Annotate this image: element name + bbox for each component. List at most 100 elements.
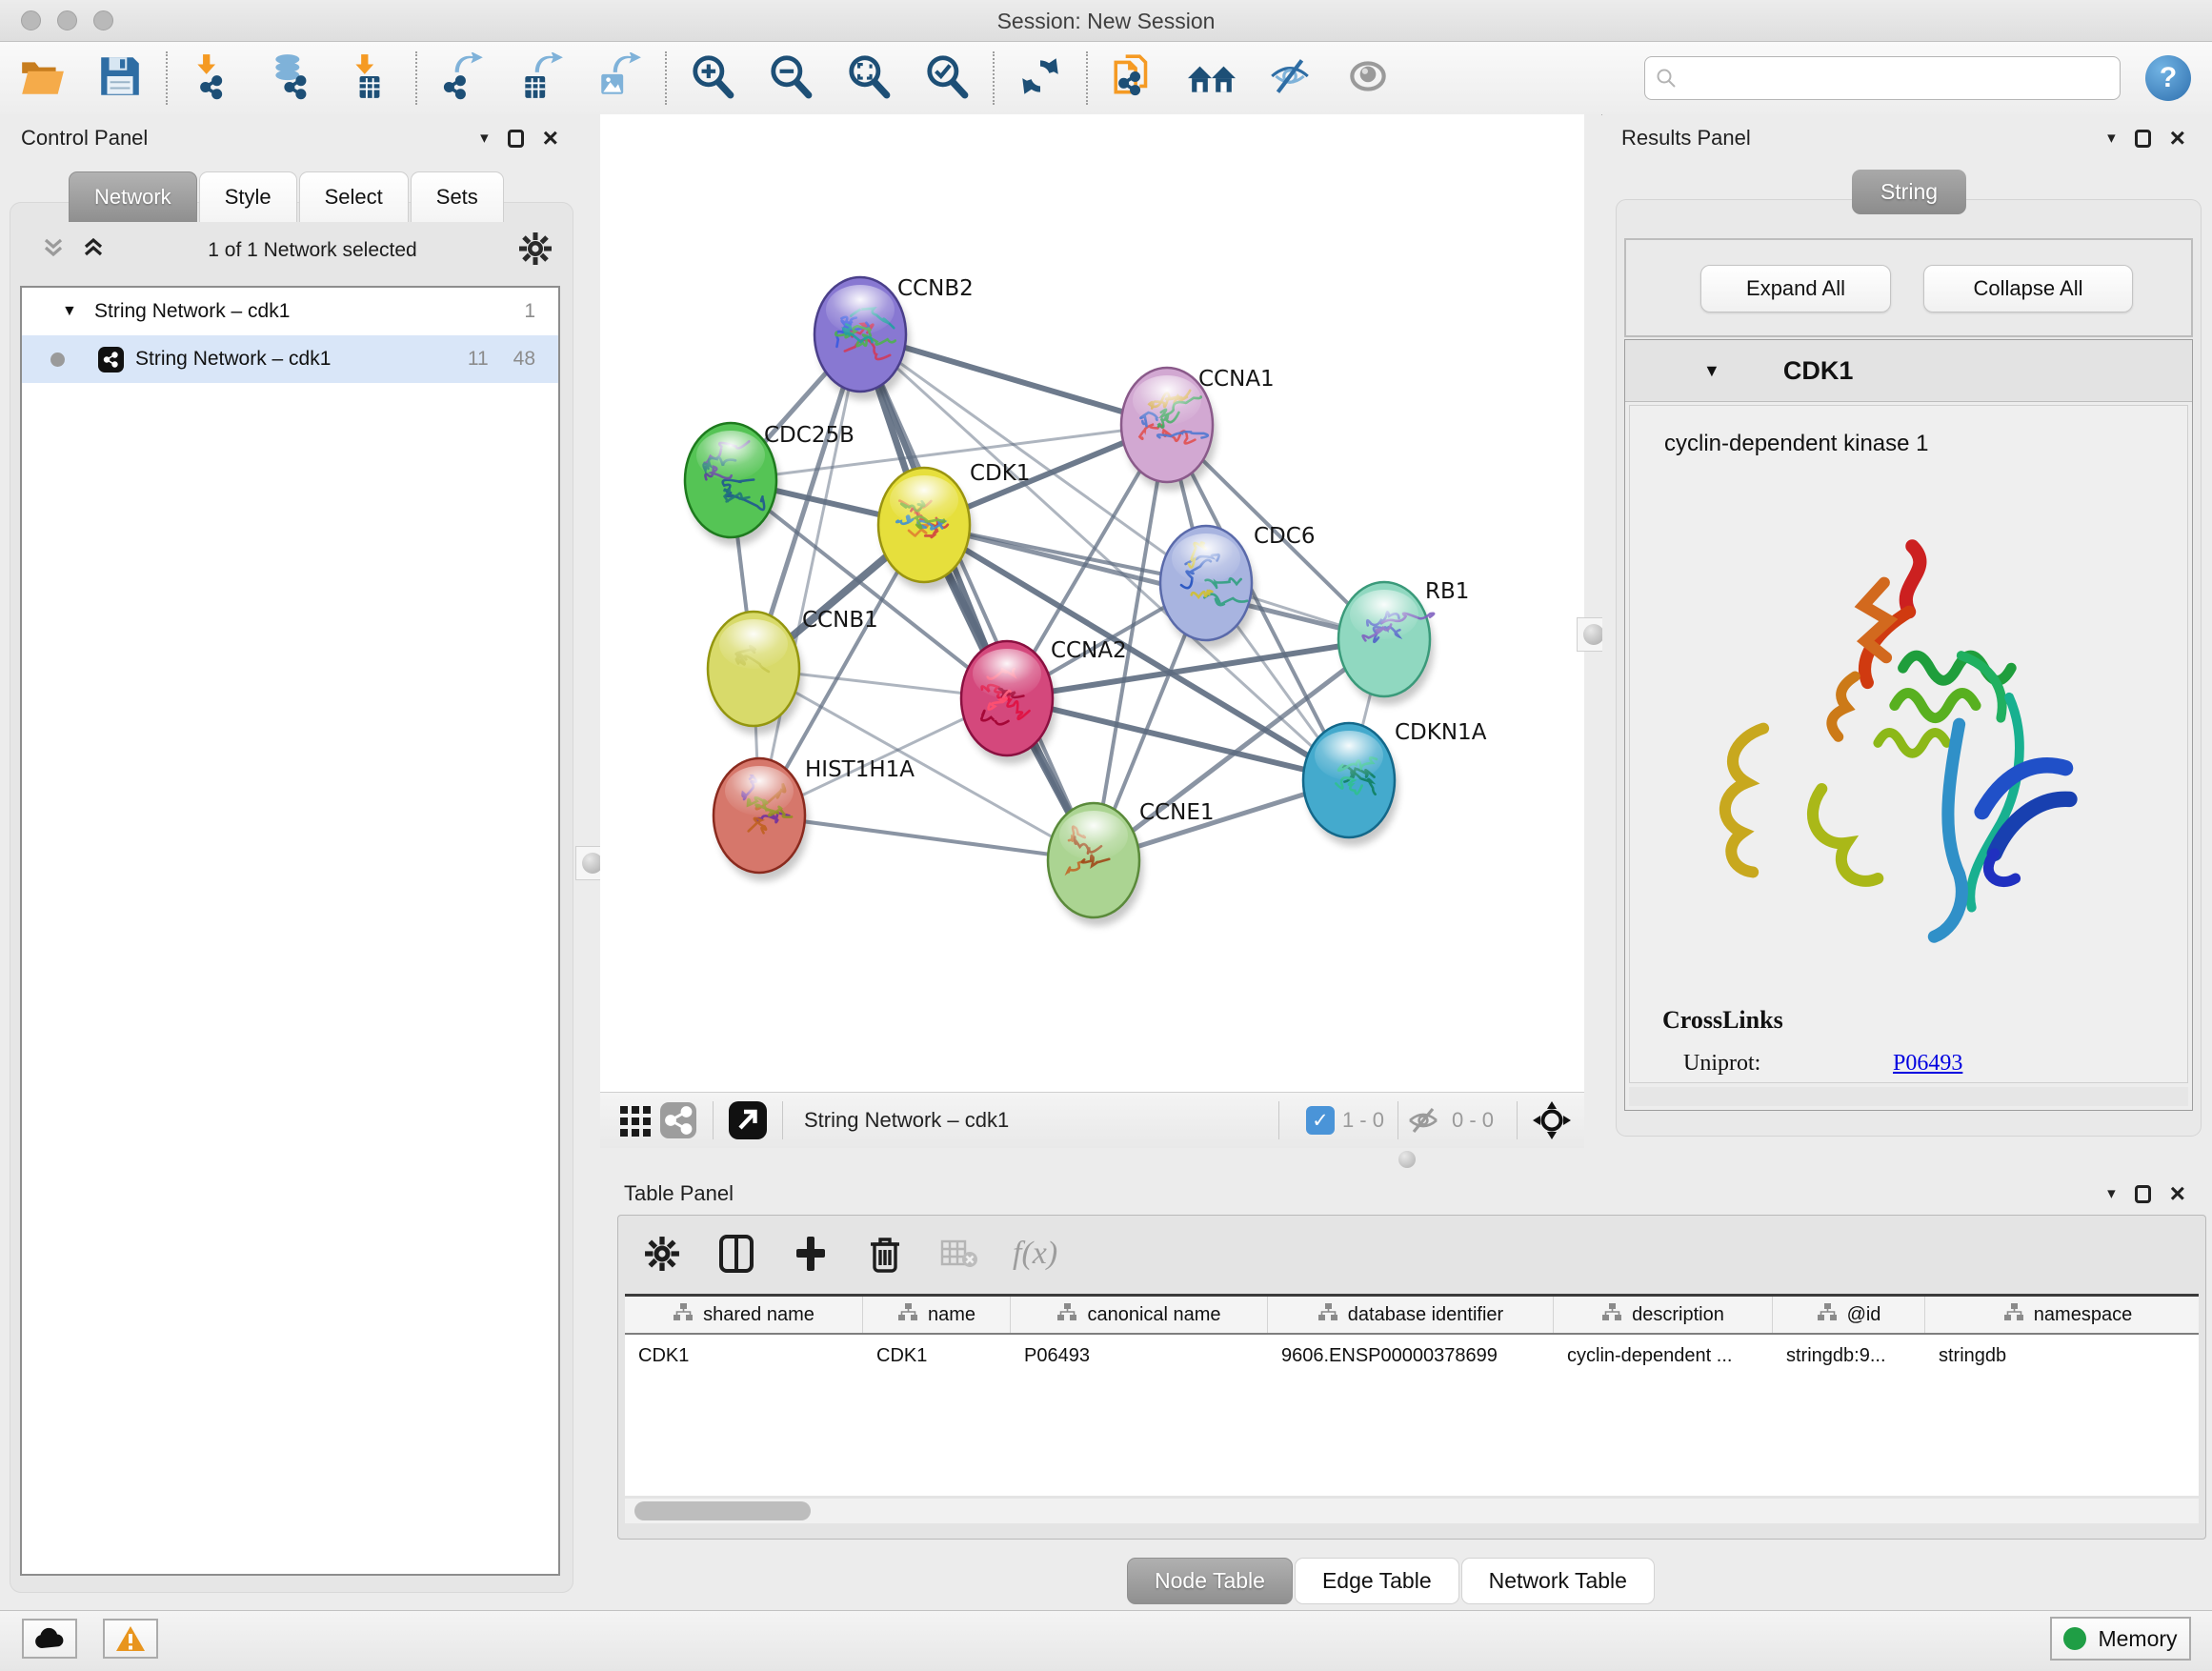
zoom-fit-button[interactable] bbox=[838, 50, 899, 106]
first-neighbors-button[interactable] bbox=[1181, 50, 1242, 106]
tab-style[interactable]: Style bbox=[199, 171, 297, 222]
clone-network-button[interactable] bbox=[1103, 50, 1164, 106]
right-splitter[interactable] bbox=[1584, 114, 1601, 1148]
column-header-database-identifier[interactable]: database identifier bbox=[1268, 1297, 1554, 1333]
node-HIST1H1A[interactable] bbox=[714, 758, 809, 881]
results-float-icon[interactable] bbox=[2135, 130, 2151, 148]
export-table-icon bbox=[517, 52, 565, 105]
panel-collapse-icon[interactable]: ▾ bbox=[480, 129, 489, 148]
collapse-all-networks-icon[interactable] bbox=[40, 234, 67, 268]
import-network-from-file-button[interactable] bbox=[183, 50, 244, 106]
network-share-icon[interactable] bbox=[657, 1099, 699, 1141]
zoom-selected-button[interactable] bbox=[916, 50, 977, 106]
column-header-namespace[interactable]: namespace bbox=[1925, 1297, 2199, 1333]
table-row[interactable]: CDK1CDK1P064939606.ENSP00000378699cyclin… bbox=[625, 1335, 2199, 1377]
open-session-button[interactable] bbox=[11, 50, 72, 106]
table-cell[interactable]: CDK1 bbox=[863, 1335, 1011, 1377]
cloud-button[interactable] bbox=[22, 1619, 77, 1659]
entry-collapse-icon[interactable]: ▼ bbox=[1703, 361, 1720, 381]
crosslink-link[interactable]: P06493 bbox=[1893, 1051, 1962, 1077]
collection-expand-icon[interactable]: ▼ bbox=[62, 303, 81, 320]
table-close-icon[interactable]: × bbox=[2170, 1185, 2185, 1202]
table-cell[interactable]: P06493 bbox=[1011, 1335, 1268, 1377]
column-header-name[interactable]: name bbox=[863, 1297, 1011, 1333]
show-columns-icon[interactable] bbox=[715, 1233, 757, 1275]
zoom-in-button[interactable] bbox=[682, 50, 743, 106]
table-options-gear-icon[interactable] bbox=[641, 1233, 683, 1275]
left-splitter[interactable] bbox=[583, 114, 600, 1610]
refresh-button[interactable] bbox=[1010, 50, 1071, 106]
node-CCNB1[interactable] bbox=[708, 612, 803, 735]
tab-select[interactable]: Select bbox=[299, 171, 409, 222]
edge-CDK1-RB1[interactable] bbox=[924, 525, 1384, 639]
create-column-plus-icon[interactable] bbox=[790, 1233, 832, 1275]
table-cell[interactable]: cyclin-dependent ... bbox=[1554, 1335, 1773, 1377]
hidden-elements-eye-slash-icon[interactable] bbox=[1402, 1099, 1444, 1141]
node-CCNA2[interactable] bbox=[961, 641, 1056, 764]
scrollbar-thumb[interactable] bbox=[634, 1501, 811, 1520]
search-box[interactable] bbox=[1644, 56, 2121, 100]
fit-selected-crosshair-icon[interactable] bbox=[1531, 1099, 1573, 1141]
delete-table-icon[interactable] bbox=[938, 1233, 980, 1275]
cdk1-entry-header[interactable]: ▼ CDK1 bbox=[1625, 340, 2192, 402]
table-cell[interactable]: 9606.ENSP00000378699 bbox=[1268, 1335, 1554, 1377]
node-CCNB2[interactable] bbox=[814, 277, 910, 400]
collapse-all-button[interactable]: Collapse All bbox=[1923, 265, 2133, 312]
node-RB1[interactable] bbox=[1338, 582, 1434, 705]
table-collapse-icon[interactable]: ▾ bbox=[2107, 1184, 2116, 1203]
tab-network-table[interactable]: Network Table bbox=[1461, 1558, 1655, 1604]
memory-button[interactable]: Memory bbox=[2050, 1617, 2191, 1661]
birds-eye-view-icon[interactable] bbox=[727, 1099, 769, 1141]
node-CDKN1A[interactable] bbox=[1303, 723, 1398, 846]
table-float-icon[interactable] bbox=[2135, 1185, 2151, 1203]
export-network-button[interactable] bbox=[432, 50, 493, 106]
help-button[interactable]: ? bbox=[2145, 55, 2191, 101]
tab-network[interactable]: Network bbox=[69, 171, 197, 222]
network-row-selected[interactable]: String Network – cdk1 11 48 bbox=[22, 335, 558, 383]
tab-node-table[interactable]: Node Table bbox=[1127, 1558, 1293, 1604]
selected-nodes-checkbox[interactable]: ✓ bbox=[1306, 1106, 1335, 1135]
export-table-button[interactable] bbox=[511, 50, 572, 106]
table-cell[interactable]: stringdb:9... bbox=[1773, 1335, 1925, 1377]
column-header-canonical-name[interactable]: canonical name bbox=[1011, 1297, 1268, 1333]
import-table-from-file-button[interactable] bbox=[339, 50, 400, 106]
hide-selected-button[interactable] bbox=[1259, 50, 1320, 106]
node-CDK1[interactable] bbox=[878, 468, 974, 591]
expand-all-networks-icon[interactable] bbox=[80, 234, 107, 268]
grid-view-icon[interactable] bbox=[615, 1099, 657, 1141]
export-image-button[interactable] bbox=[589, 50, 650, 106]
column-header--id[interactable]: @id bbox=[1773, 1297, 1925, 1333]
show-all-button[interactable] bbox=[1337, 50, 1398, 106]
function-builder-icon[interactable]: f(x) bbox=[1013, 1236, 1057, 1272]
horizontal-splitter[interactable] bbox=[600, 1148, 2212, 1172]
table-horizontal-scrollbar[interactable] bbox=[625, 1499, 2199, 1523]
column-header-shared-name[interactable]: shared name bbox=[625, 1297, 863, 1333]
panel-close-icon[interactable]: × bbox=[543, 130, 558, 147]
node-CDC6[interactable] bbox=[1160, 526, 1256, 649]
table-cell[interactable]: stringdb bbox=[1925, 1335, 2199, 1377]
import-network-from-database-button[interactable] bbox=[261, 50, 322, 106]
horizontal-splitter-handle[interactable] bbox=[1398, 1151, 1416, 1168]
results-close-icon[interactable]: × bbox=[2170, 130, 2185, 147]
tab-sets[interactable]: Sets bbox=[411, 171, 504, 222]
network-options-gear-icon[interactable] bbox=[518, 232, 553, 271]
network-canvas[interactable]: CCNB2CCNA1CDC25BCDK1CDC6RB1CCNB1CCNA2CDK… bbox=[600, 114, 1584, 1092]
zoom-out-button[interactable] bbox=[760, 50, 821, 106]
search-input[interactable] bbox=[1685, 67, 2110, 91]
delete-column-trash-icon[interactable] bbox=[864, 1233, 906, 1275]
expand-all-button[interactable]: Expand All bbox=[1700, 265, 1891, 312]
column-header-description[interactable]: description bbox=[1554, 1297, 1773, 1333]
edge-CCNE1-HIST1H1A[interactable] bbox=[759, 815, 1094, 860]
tab-edge-table[interactable]: Edge Table bbox=[1295, 1558, 1459, 1604]
network-collection-row[interactable]: ▼ String Network – cdk1 1 bbox=[22, 288, 558, 335]
node-CCNE1[interactable] bbox=[1048, 803, 1143, 926]
save-session-button[interactable] bbox=[90, 50, 151, 106]
edge-CCNB2-HIST1H1A[interactable] bbox=[759, 334, 860, 815]
table-cell[interactable]: CDK1 bbox=[625, 1335, 863, 1377]
results-collapse-icon[interactable]: ▾ bbox=[2107, 129, 2116, 148]
node-table[interactable]: shared namenamecanonical namedatabase id… bbox=[625, 1294, 2199, 1496]
string-results-tab[interactable]: String bbox=[1852, 170, 1966, 214]
warnings-button[interactable] bbox=[103, 1619, 158, 1659]
toolbar-group bbox=[0, 50, 162, 106]
panel-float-icon[interactable] bbox=[508, 130, 524, 148]
